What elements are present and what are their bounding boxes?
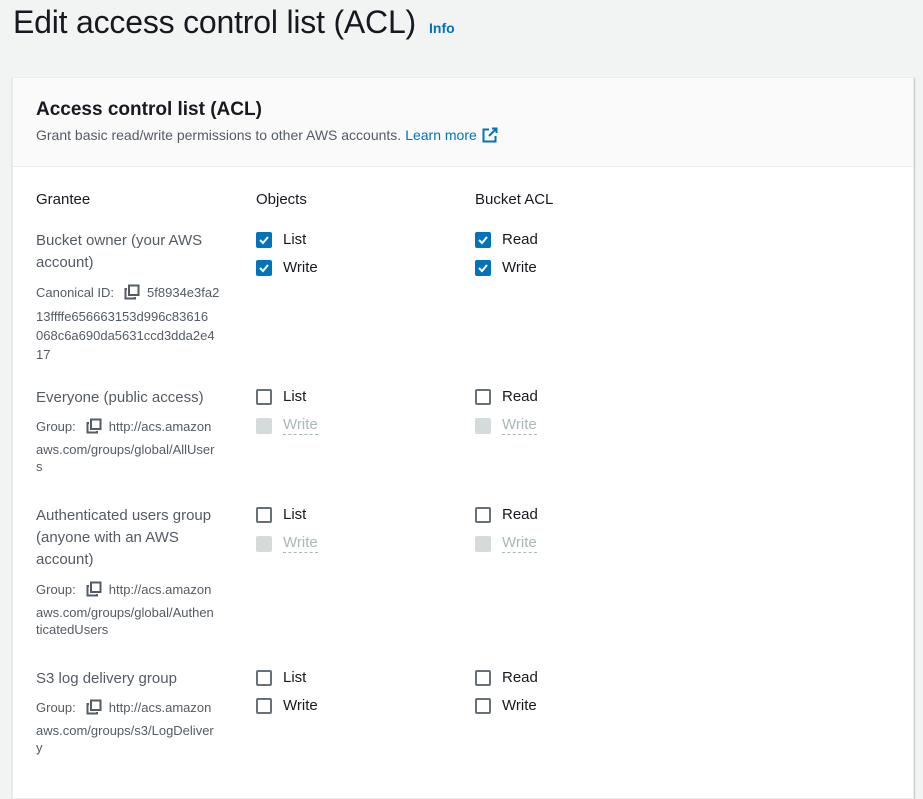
group-uri-value: y — [36, 740, 43, 755]
checkbox-checked[interactable] — [256, 259, 272, 276]
bucket-acl-write-checkbox-authenticated-users: Write — [475, 534, 537, 553]
group-uri-value: http://acs.amazon — [108, 582, 212, 597]
acl-panel: Access control list (ACL) Grant basic re… — [12, 77, 914, 799]
checkbox-label: Write — [283, 534, 318, 553]
group-uri-value: http://acs.amazon — [108, 419, 212, 434]
canonical-id-value: 17 — [36, 347, 51, 362]
copy-icon[interactable] — [86, 699, 102, 715]
grantee-name-line: Everyone (public access) — [36, 389, 204, 406]
objects-list-checkbox-bucket-owner[interactable]: List — [256, 231, 306, 248]
bucket-acl-read-checkbox-authenticated-users[interactable]: Read — [475, 506, 538, 523]
page-title: Edit access control list (ACL) — [13, 4, 417, 40]
canonical-id-value: 5f8934e3fa2 — [147, 285, 220, 300]
checkbox-label: Write — [502, 416, 537, 435]
checkbox-label: Write — [502, 697, 537, 714]
checkbox-label: List — [283, 506, 307, 523]
objects-write-checkbox-s3-log-delivery[interactable]: Write — [256, 697, 318, 714]
learn-more-link[interactable]: Learn more — [405, 127, 477, 143]
grantee-id-bucket-owner: Canonical ID: 5f8934e3fa2 13ffffe65666315… — [36, 283, 236, 364]
grantee-name-line: S3 log delivery group — [36, 670, 177, 687]
checkbox-label: Read — [502, 669, 538, 686]
checkbox-checked[interactable] — [256, 231, 272, 248]
group-label: Group: — [36, 419, 76, 434]
group-uri-value: aws.com/groups/s3/LogDeliver — [36, 723, 214, 738]
panel-description: Grant basic read/write permissions to ot… — [36, 127, 890, 143]
checkbox-label: Read — [502, 231, 538, 248]
grantee-name-bucket-owner: Bucket owner (your AWS account) — [36, 230, 236, 274]
grantee-name-everyone: Everyone (public access) — [36, 387, 236, 409]
grantee-id-everyone: Group: http://acs.amazon aws.com/groups/g… — [36, 417, 236, 476]
grantee-name-line: Authenticated users group — [36, 507, 212, 524]
panel-title: Access control list (ACL) — [36, 99, 262, 120]
checkbox-label: List — [283, 669, 307, 686]
external-link-icon[interactable] — [482, 127, 498, 143]
checkbox-label: List — [283, 231, 307, 248]
page-header: Edit access control list (ACL) Info — [13, 4, 455, 41]
group-uri-value: aws.com/groups/global/AllUser — [36, 442, 215, 457]
checkbox-label: Write — [283, 697, 318, 714]
objects-list-checkbox-authenticated-users[interactable]: List — [256, 506, 306, 523]
checkbox-label: Read — [502, 388, 538, 405]
group-uri-value: http://acs.amazon — [108, 700, 212, 715]
bucket-acl-write-checkbox-s3-log-delivery[interactable]: Write — [475, 697, 537, 714]
canonical-id-value: 13ffffe656663153d996c83616 — [36, 309, 209, 324]
checkbox-label: List — [283, 388, 307, 405]
copy-icon[interactable] — [86, 581, 102, 597]
column-header-grantee: Grantee — [36, 191, 91, 208]
grantee-name-s3-log-delivery: S3 log delivery group — [36, 668, 236, 690]
checkbox-unchecked[interactable] — [475, 669, 491, 686]
checkbox-label: Write — [502, 259, 537, 276]
panel-header: Access control list (ACL) Grant basic re… — [13, 78, 913, 167]
checkbox-unchecked[interactable] — [256, 506, 272, 523]
column-header-objects: Objects — [256, 191, 307, 208]
checkbox-label: Read — [502, 506, 538, 523]
checkbox-unchecked[interactable] — [256, 669, 272, 686]
grantee-id-s3-log-delivery: Group: http://acs.amazon aws.com/groups/s… — [36, 698, 236, 757]
objects-list-checkbox-s3-log-delivery[interactable]: List — [256, 669, 306, 686]
objects-write-checkbox-bucket-owner[interactable]: Write — [256, 259, 318, 276]
info-link[interactable]: Info — [429, 20, 455, 36]
grantee-id-authenticated-users: Group: http://acs.amazon aws.com/groups/g… — [36, 580, 236, 639]
checkbox-label: Write — [283, 259, 318, 276]
checkbox-disabled — [475, 535, 491, 552]
group-label: Group: — [36, 700, 76, 715]
canonical-id-value: 068c6a690da5631ccd3dda2e4 — [36, 328, 215, 343]
bucket-acl-read-checkbox-s3-log-delivery[interactable]: Read — [475, 669, 538, 686]
copy-icon[interactable] — [124, 284, 140, 300]
checkbox-checked[interactable] — [475, 231, 491, 248]
grantee-name-line: Bucket owner (your AWS — [36, 232, 203, 249]
grantee-name-line: (anyone with an AWS — [36, 529, 179, 546]
checkbox-label: Write — [502, 534, 537, 553]
canonical-id-label: Canonical ID: — [36, 285, 115, 300]
objects-list-checkbox-everyone[interactable]: List — [256, 388, 306, 405]
bucket-acl-write-checkbox-bucket-owner[interactable]: Write — [475, 259, 537, 276]
bucket-acl-read-checkbox-bucket-owner[interactable]: Read — [475, 231, 538, 248]
bucket-acl-write-checkbox-everyone: Write — [475, 416, 537, 435]
objects-write-checkbox-authenticated-users: Write — [256, 534, 318, 553]
checkbox-label: Write — [283, 416, 318, 435]
checkbox-unchecked[interactable] — [475, 506, 491, 523]
grantee-name-line: account) — [36, 551, 94, 568]
checkbox-checked[interactable] — [475, 259, 491, 276]
checkbox-unchecked[interactable] — [256, 388, 272, 405]
bucket-acl-read-checkbox-everyone[interactable]: Read — [475, 388, 538, 405]
grantee-name-line: account) — [36, 254, 94, 271]
group-uri-value: s — [36, 459, 43, 474]
checkbox-disabled — [475, 417, 491, 434]
column-header-bucket-acl: Bucket ACL — [475, 191, 554, 208]
copy-icon[interactable] — [86, 418, 102, 434]
checkbox-disabled — [256, 417, 272, 434]
checkbox-unchecked[interactable] — [475, 388, 491, 405]
group-uri-value: ticatedUsers — [36, 622, 109, 637]
panel-description-text: Grant basic read/write permissions to ot… — [36, 127, 402, 143]
objects-write-checkbox-everyone: Write — [256, 416, 318, 435]
group-label: Group: — [36, 582, 76, 597]
checkbox-unchecked[interactable] — [475, 697, 491, 714]
checkbox-disabled — [256, 535, 272, 552]
grantee-name-authenticated-users: Authenticated users group (anyone with a… — [36, 505, 236, 571]
checkbox-unchecked[interactable] — [256, 697, 272, 714]
